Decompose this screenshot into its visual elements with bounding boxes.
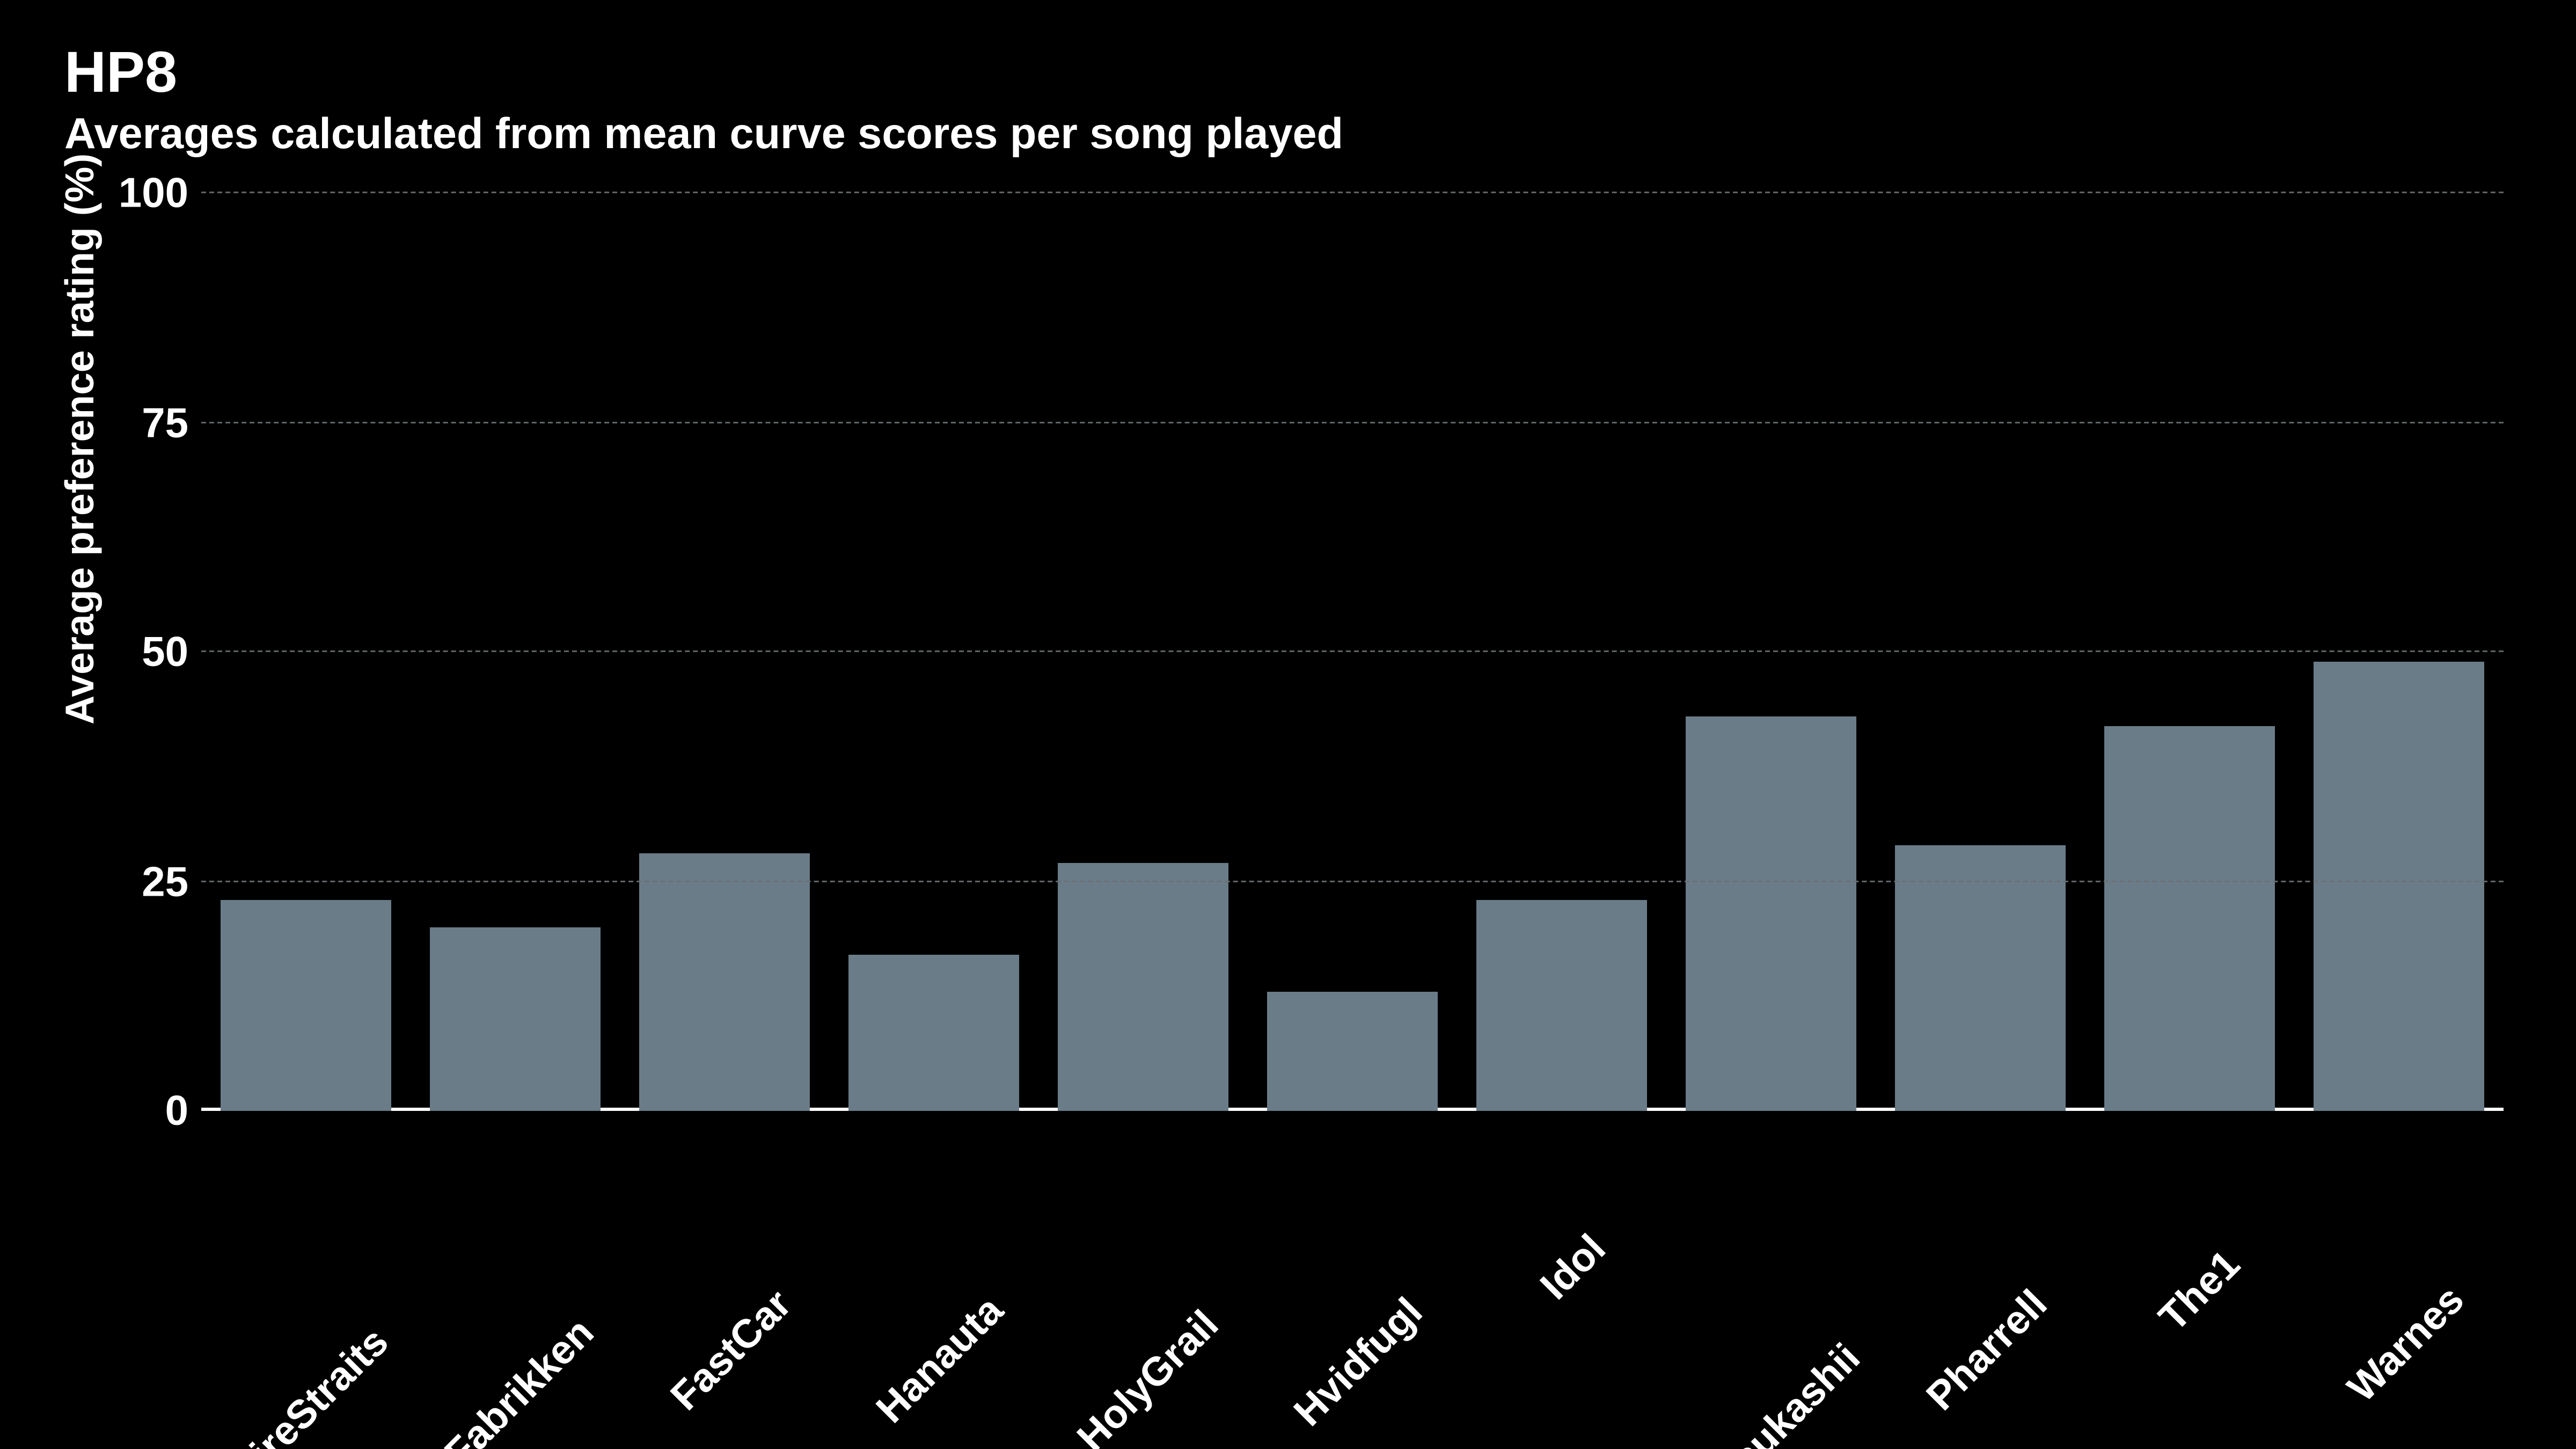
bar-slot <box>829 193 1038 1111</box>
bar-slot <box>2085 193 2294 1111</box>
plot-area: 0255075100 <box>201 193 2504 1111</box>
y-axis-label: Average preference rating (%) <box>58 153 105 724</box>
bar-slot <box>620 193 829 1111</box>
x-labels-container: DireStraitsFabrikkenFastCarHanautaHolyGr… <box>201 1127 2504 1417</box>
bar <box>848 955 1020 1111</box>
x-label-slot: Warnes <box>2294 1127 2504 1417</box>
x-tick-label: Idol <box>1583 1175 1666 1259</box>
grid-line <box>201 650 2504 652</box>
chart-title: HP8 <box>64 39 1343 105</box>
chart-subtitle: Averages calculated from mean curve scor… <box>64 108 1343 160</box>
bar-slot <box>1038 193 1248 1111</box>
y-tick-label: 75 <box>108 398 188 448</box>
x-label-slot: DireStraits <box>201 1127 411 1417</box>
x-label-slot: Fabrikken <box>411 1127 620 1417</box>
bar <box>429 927 601 1111</box>
bar <box>639 854 810 1111</box>
x-label-slot: Hanauta <box>829 1127 1038 1417</box>
grid-line <box>201 421 2504 423</box>
bar-slot <box>1666 193 1876 1111</box>
y-tick-label: 0 <box>108 1086 188 1136</box>
bar-slot <box>1248 193 1457 1111</box>
bar <box>1057 863 1229 1111</box>
bar <box>1685 716 1857 1111</box>
x-label-slot: Hvidfugl <box>1248 1127 1457 1417</box>
y-tick-label: 100 <box>108 169 188 218</box>
bar-slot <box>2294 193 2504 1111</box>
x-label-slot: The1 <box>2085 1127 2294 1417</box>
bar <box>1476 900 1648 1111</box>
bar <box>2313 661 2485 1111</box>
x-label-slot: Natsukashii <box>1666 1127 1876 1417</box>
x-tick-label: Warnes <box>2441 1175 2576 1310</box>
grid-line <box>201 192 2504 193</box>
x-label-slot: Pharrell <box>1876 1127 2085 1417</box>
bar <box>1267 992 1438 1111</box>
y-tick-label: 25 <box>108 857 188 906</box>
bar-slot <box>1876 193 2085 1111</box>
bar <box>1894 845 2066 1111</box>
bar-slot <box>411 193 620 1111</box>
bars-container <box>201 193 2504 1111</box>
x-label-slot: HolyGrail <box>1038 1127 1248 1417</box>
x-label-slot: FastCar <box>620 1127 829 1417</box>
y-tick-label: 50 <box>108 627 188 677</box>
bar <box>2104 726 2275 1111</box>
x-label-slot: Idol <box>1457 1127 1666 1417</box>
bar-slot <box>201 193 411 1111</box>
bar <box>220 900 392 1111</box>
grid-line <box>201 880 2504 882</box>
bar-slot <box>1457 193 1666 1111</box>
